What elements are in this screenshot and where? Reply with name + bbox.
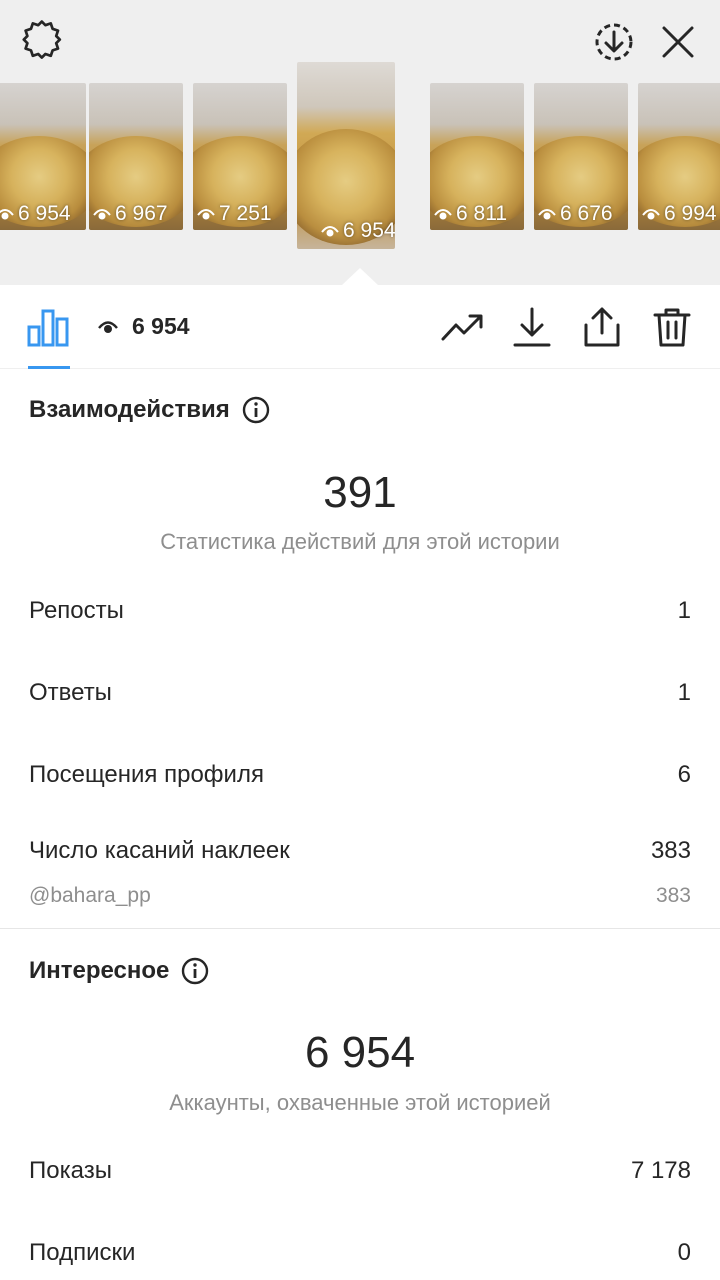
story-thumbnail[interactable]: 6 994 [638, 83, 720, 230]
interactions-total: 391 [323, 468, 397, 517]
info-icon[interactable] [242, 396, 270, 424]
sticker-mention-value: 383 [655, 884, 691, 907]
thumbnails-row: 6 954 6 967 7 251 6 954 6 811 6 676 6 99… [0, 62, 720, 282]
thumbnail-views: 7 251 [197, 202, 272, 226]
thumbnail-views: 6 954 [321, 219, 395, 243]
thumbnail-views-count: 7 251 [219, 202, 272, 225]
selected-caret [342, 268, 378, 285]
story-thumbnail[interactable]: 6 954 [0, 83, 86, 230]
active-tab-indicator [28, 366, 70, 369]
delete-icon[interactable] [650, 305, 694, 349]
thumbnail-views: 6 954 [0, 202, 71, 226]
stat-row-replies: Ответы 1 [29, 679, 691, 707]
stat-label: Число касаний наклеек [29, 837, 290, 864]
thumbnail-views-count: 6 954 [18, 202, 71, 225]
eye-icon [434, 209, 452, 220]
eye-icon [321, 226, 339, 237]
stat-value: 7 178 [630, 1157, 691, 1184]
stat-label: Репосты [29, 597, 124, 624]
close-icon[interactable] [656, 20, 700, 64]
stat-row-impressions: Показы 7 178 [29, 1157, 691, 1185]
insights-toolbar: 6 954 [0, 285, 720, 369]
stat-label: Показы [29, 1157, 112, 1184]
eye-icon [0, 209, 14, 220]
download-icon[interactable] [510, 305, 554, 349]
eye-icon [538, 209, 556, 220]
thumbnail-views-count: 6 954 [343, 219, 395, 242]
thumbnail-views-count: 6 811 [456, 202, 507, 225]
thumbnail-views-count: 6 967 [115, 202, 168, 225]
thumbnail-views: 6 811 [434, 202, 507, 226]
stat-value: 383 [650, 837, 691, 864]
thumbnail-views: 6 967 [93, 202, 168, 226]
stat-value: 0 [677, 1239, 691, 1266]
stat-label: Подписки [29, 1239, 136, 1266]
thumbnail-views-count: 6 994 [664, 202, 717, 225]
interactions-title: Взаимодействия [29, 396, 230, 423]
share-icon[interactable] [580, 305, 624, 349]
discovery-heading: Интересное [29, 957, 209, 985]
views-count: 6 954 [132, 313, 190, 339]
eye-icon [93, 209, 111, 220]
thumbnail-views-count: 6 676 [560, 202, 613, 225]
stat-row-follows: Подписки 0 [29, 1239, 691, 1267]
section-divider [0, 928, 720, 929]
story-thumbnail-selected[interactable]: 6 954 [297, 62, 395, 249]
discovery-title: Интересное [29, 957, 170, 984]
thumbnail-views: 6 994 [642, 202, 717, 226]
eye-icon [642, 209, 660, 220]
story-strip: 6 954 6 967 7 251 6 954 6 811 6 676 6 99… [0, 0, 720, 285]
eye-icon [98, 320, 118, 333]
save-to-archive-icon[interactable] [592, 20, 636, 64]
story-thumbnail[interactable]: 6 676 [534, 83, 628, 230]
stat-value: 6 [677, 761, 691, 788]
bar-chart-icon[interactable] [26, 307, 70, 347]
stat-row-sticker-taps: Число касаний наклеек 383 [29, 837, 691, 865]
stat-row-profile-visits: Посещения профиля 6 [29, 761, 691, 789]
stat-label: Посещения профиля [29, 761, 264, 788]
views-summary: 6 954 [98, 313, 190, 340]
sticker-mention-label: @bahara_pp [29, 884, 151, 907]
interactions-heading: Взаимодействия [29, 396, 270, 424]
eye-icon [197, 209, 215, 220]
thumbnail-views: 6 676 [538, 202, 613, 226]
discovery-total: 6 954 [304, 1028, 416, 1077]
stat-value: 1 [677, 597, 691, 624]
stat-value: 1 [677, 679, 691, 706]
story-thumbnail[interactable]: 6 967 [89, 83, 183, 230]
story-thumbnail[interactable]: 6 811 [430, 83, 524, 230]
trending-icon[interactable] [440, 305, 484, 349]
discovery-subtitle: Аккаунты, охваченные этой историей [169, 1090, 551, 1115]
story-thumbnail[interactable]: 7 251 [193, 83, 287, 230]
stat-row-reposts: Репосты 1 [29, 597, 691, 625]
info-icon[interactable] [181, 957, 209, 985]
settings-icon[interactable] [20, 20, 64, 64]
stat-label: Ответы [29, 679, 112, 706]
stat-row-sticker-mention: @bahara_pp 383 [29, 884, 691, 908]
interactions-subtitle: Статистика действий для этой истории [160, 529, 560, 554]
